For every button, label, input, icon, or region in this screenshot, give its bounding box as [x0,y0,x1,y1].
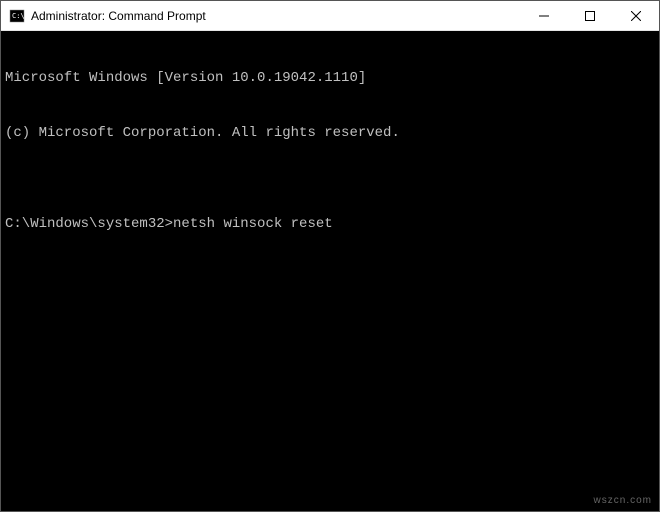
minimize-button[interactable] [521,1,567,31]
command-input[interactable]: netsh winsock reset [173,215,333,233]
close-icon [631,11,641,21]
maximize-icon [585,11,595,21]
command-prompt-window: C:\ Administrator: Command Prompt [0,0,660,512]
cmd-icon: C:\ [9,8,25,24]
window-controls [521,1,659,30]
copyright-line: (c) Microsoft Corporation. All rights re… [5,124,655,142]
maximize-button[interactable] [567,1,613,31]
prompt-line: C:\Windows\system32>netsh winsock reset [5,215,655,233]
terminal-area[interactable]: Microsoft Windows [Version 10.0.19042.11… [1,31,659,511]
title-left: C:\ Administrator: Command Prompt [1,8,521,24]
prompt-path: C:\Windows\system32> [5,215,173,233]
svg-text:C:\: C:\ [12,12,25,20]
watermark: wszcn.com [594,495,652,506]
window-title: Administrator: Command Prompt [31,9,206,23]
version-line: Microsoft Windows [Version 10.0.19042.11… [5,69,655,87]
minimize-icon [539,11,549,21]
close-button[interactable] [613,1,659,31]
titlebar[interactable]: C:\ Administrator: Command Prompt [1,1,659,31]
